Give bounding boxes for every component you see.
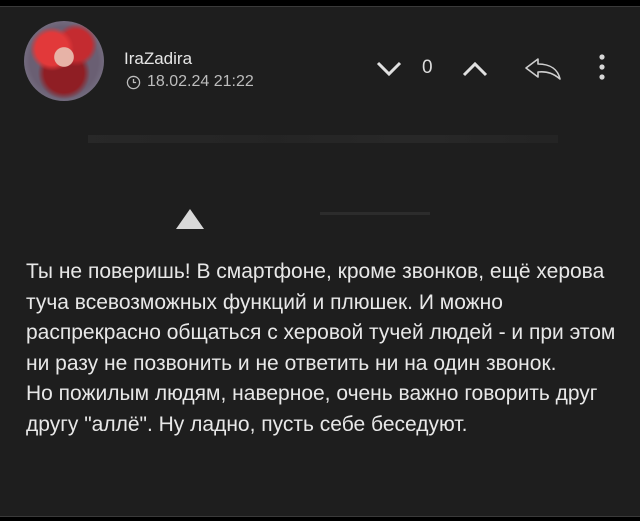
vote-down-button[interactable] bbox=[374, 59, 404, 84]
clock-icon bbox=[126, 75, 141, 90]
reply-button[interactable] bbox=[520, 53, 566, 88]
comment-card: IraZadira 18.02.24 21:22 0 Ты не повериш… bbox=[0, 6, 640, 517]
faded-triangle-icon bbox=[174, 207, 206, 236]
reply-arrow-icon bbox=[525, 58, 561, 80]
faded-quoted-text bbox=[88, 135, 558, 143]
chevron-down-icon bbox=[376, 61, 402, 77]
faded-divider bbox=[320, 212, 430, 215]
comment-text: Ты не поверишь! В смартфоне, кроме звонк… bbox=[26, 260, 616, 436]
vote-up-button[interactable] bbox=[460, 59, 490, 84]
more-vertical-icon bbox=[599, 54, 605, 80]
more-options-button[interactable] bbox=[596, 51, 608, 90]
chevron-up-icon bbox=[462, 61, 488, 77]
author-name[interactable]: IraZadira bbox=[124, 49, 192, 69]
comment-meta: 18.02.24 21:22 bbox=[126, 73, 254, 91]
avatar[interactable] bbox=[24, 21, 104, 101]
timestamp: 18.02.24 21:22 bbox=[147, 73, 254, 90]
comment-score: 0 bbox=[422, 57, 433, 78]
